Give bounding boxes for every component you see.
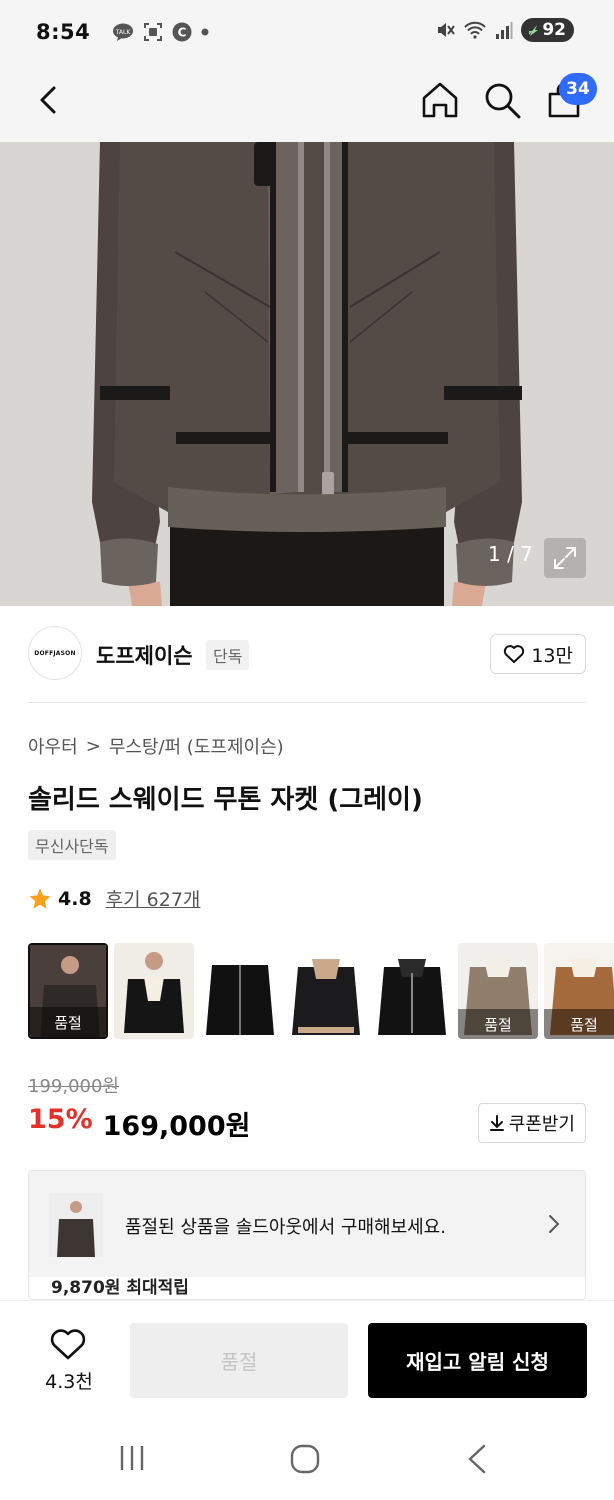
banner-text: 품절된 상품을 솔드아웃에서 구매해보세요. — [125, 1217, 446, 1238]
search-icon[interactable] — [480, 78, 524, 122]
heart-icon — [504, 645, 525, 663]
variant-soldout-label: 품절 — [544, 1009, 614, 1039]
brand-like-button[interactable]: 13만 — [490, 634, 586, 674]
original-price: 199,000원 — [28, 1076, 119, 1097]
product-title: 솔리드 스웨이드 무톤 자켓 (그레이) — [28, 785, 423, 815]
star-icon — [29, 888, 51, 909]
system-back-icon[interactable] — [466, 1444, 488, 1474]
svg-text:C: C — [178, 26, 187, 40]
image-counter: 1 / 7 — [488, 542, 533, 566]
expand-icon — [554, 547, 576, 569]
price-row: 15% 169,000원 — [28, 1104, 250, 1143]
variant-soldout-label — [200, 1009, 280, 1039]
variant-thumb[interactable] — [200, 943, 280, 1039]
status-right-icons: 92 — [435, 18, 574, 42]
discount-rate: 15% — [28, 1104, 93, 1135]
brand-like-count: 13만 — [531, 644, 573, 667]
coupon-label: 쿠폰받기 — [508, 1114, 575, 1135]
variant-soldout-label — [286, 1009, 366, 1039]
variant-thumb[interactable] — [114, 943, 194, 1039]
system-home-icon[interactable] — [290, 1444, 320, 1474]
jacket-photo — [0, 142, 614, 606]
variant-thumb[interactable]: 품절 — [458, 943, 538, 1039]
talk-icon: TALK — [113, 23, 134, 41]
battery-icon: 92 — [521, 18, 574, 42]
points-text: 9,870원 최대적립 — [51, 1278, 189, 1298]
review-link[interactable]: 후기 627개 — [106, 885, 201, 912]
variant-thumb[interactable] — [372, 943, 452, 1039]
breadcrumb: 아우터 > 무스탕/퍼 (도프제이슨) — [28, 733, 284, 759]
wishlist-heart-icon[interactable] — [49, 1327, 87, 1361]
dot-icon — [201, 28, 209, 36]
exclusive-badge: 무신사단독 — [28, 830, 116, 860]
soldout-banner[interactable]: 품절된 상품을 솔드아웃에서 구매해보세요. — [29, 1171, 585, 1277]
variant-soldout-label: 품절 — [458, 1009, 538, 1039]
battery-level: 92 — [542, 20, 566, 40]
variant-soldout-label — [114, 1009, 194, 1039]
breadcrumb-category[interactable]: 아우터 — [28, 733, 78, 759]
signal-icon — [496, 22, 513, 39]
breadcrumb-subcategory[interactable]: 무스탕/퍼 (도프제이슨) — [109, 733, 284, 759]
variant-thumb[interactable]: 품절 — [544, 943, 614, 1039]
top-navigation: 34 — [0, 64, 614, 226]
cart-count-badge: 34 — [559, 73, 597, 105]
brand-name[interactable]: 도프제이슨 — [96, 640, 193, 670]
expand-button[interactable] — [544, 538, 586, 578]
screenshot-icon — [144, 23, 163, 41]
soldout-button[interactable]: 품절 — [130, 1323, 348, 1398]
variant-thumbnails: 품절 품절 품절 — [28, 943, 614, 1039]
banner-thumbnail — [49, 1193, 103, 1257]
rating-score: 4.8 — [58, 887, 92, 910]
divider — [28, 702, 586, 703]
variant-soldout-label — [372, 1009, 452, 1039]
info-box: 품절된 상품을 솔드아웃에서 구매해보세요. 9,870원 최대적립 — [28, 1170, 586, 1300]
brand-logo[interactable]: DOFFJASON — [28, 626, 82, 680]
bottom-action-bar: 4.3천 품절 재입고 알림 신청 — [0, 1300, 614, 1410]
status-left-icons: TALK C — [112, 22, 209, 42]
back-arrow-icon[interactable] — [30, 80, 70, 120]
variant-thumb[interactable] — [286, 943, 366, 1039]
restock-alert-button[interactable]: 재입고 알림 신청 — [368, 1323, 587, 1398]
home-icon[interactable] — [418, 78, 462, 122]
status-bar: 8:54 TALK C 92 — [0, 0, 614, 64]
mute-icon — [438, 23, 456, 37]
c-icon: C — [172, 22, 192, 42]
rating-row: 4.8 후기 627개 — [28, 885, 200, 912]
system-navigation-bar — [0, 1410, 614, 1500]
chevron-right-icon — [549, 1215, 560, 1233]
coupon-button[interactable]: 쿠폰받기 — [477, 1103, 586, 1143]
brand-exclusive-tag: 단독 — [206, 640, 250, 670]
sale-price: 169,000원 — [102, 1111, 251, 1142]
svg-text:TALK: TALK — [115, 29, 132, 36]
product-image[interactable]: 1 / 7 — [0, 142, 614, 606]
wishlist-count: 4.3천 — [45, 1371, 93, 1393]
brand-row: DOFFJASON 도프제이슨 단독 13만 — [28, 626, 586, 682]
variant-soldout-label: 품절 — [30, 1007, 106, 1037]
breadcrumb-separator: > — [85, 735, 101, 757]
download-icon — [489, 1115, 504, 1131]
recent-apps-icon[interactable] — [118, 1444, 146, 1472]
variant-thumb[interactable]: 품절 — [28, 943, 108, 1039]
status-time: 8:54 — [36, 20, 91, 44]
wifi-icon — [464, 21, 487, 39]
